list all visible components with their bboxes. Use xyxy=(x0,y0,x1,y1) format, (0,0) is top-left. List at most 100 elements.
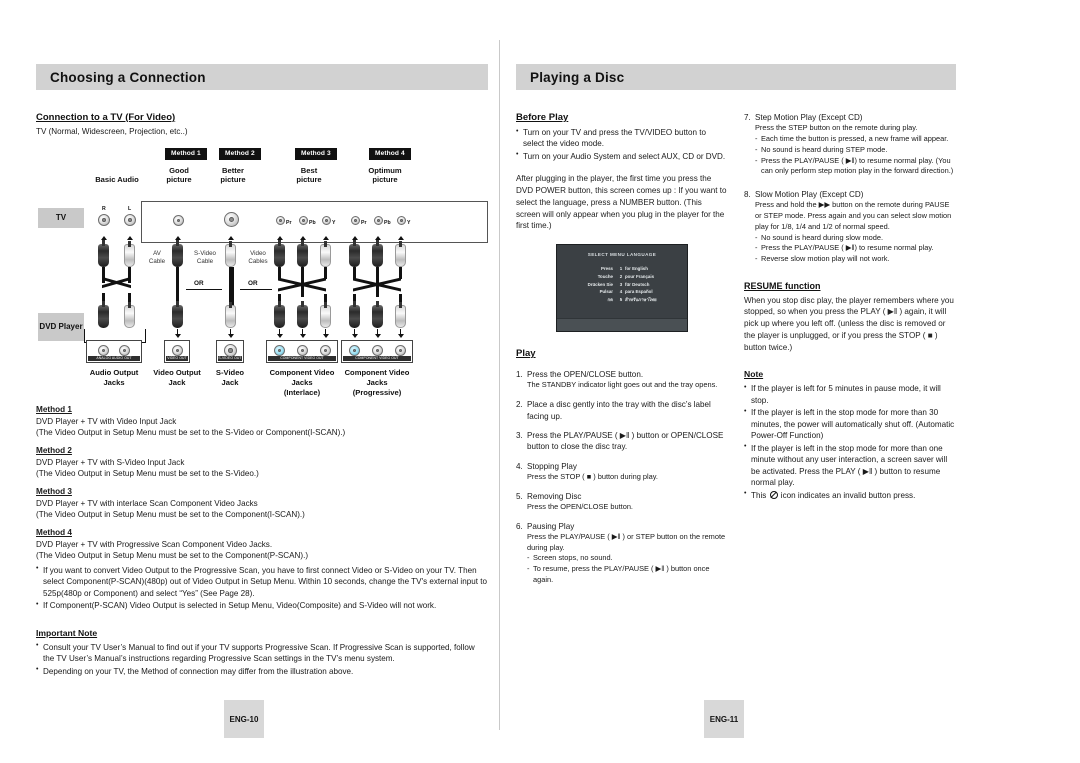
quality-label-good: Good picture xyxy=(166,166,192,185)
plug-bot-8 xyxy=(349,301,360,328)
tv-jack-m4-pb xyxy=(374,216,383,225)
method-bullets: If you want to convert Video Output to t… xyxy=(36,564,488,612)
plug-bot-2 xyxy=(124,302,135,328)
before-play-paragraph: After plugging in the player, the first … xyxy=(516,174,727,231)
step-subtext: Press and hold the ▶▶ button on the remo… xyxy=(755,200,952,231)
plug-bot-10 xyxy=(395,302,406,328)
step-number: 7. xyxy=(744,113,751,122)
plug-bot-1 xyxy=(98,301,109,328)
method-tag-4: Method 4 xyxy=(369,148,411,160)
plug-bot-3 xyxy=(172,301,183,328)
before-play-title: Before Play xyxy=(516,112,569,123)
arrow-up-7 xyxy=(323,236,330,240)
screen-row: Drücken Sie 3 für Deutsch xyxy=(577,281,687,289)
tv-jack-m4-pr xyxy=(351,216,360,225)
or-label-2: OR xyxy=(248,280,258,287)
step-dash-item: No sound is heard during STEP mode. xyxy=(755,145,956,156)
panel-video-out: VIDEO OUT xyxy=(164,340,190,363)
right-col-right: 7. Step Motion Play (Except CD) Press th… xyxy=(744,112,956,594)
wire-d4 xyxy=(229,329,231,336)
screen-row-verb: Drücken Sie xyxy=(587,281,613,287)
panel-jack-m4-pb xyxy=(372,345,383,356)
plug-top-10 xyxy=(395,241,406,267)
play-step-6: 6. Pausing Play Press the PLAY/PAUSE ( ▶… xyxy=(516,521,728,586)
before-play-bullet-1: Turn on your TV and press the TV/VIDEO b… xyxy=(516,127,728,150)
left-page: Choosing a Connection Connection to a TV… xyxy=(36,0,488,678)
left-section-header: Choosing a Connection xyxy=(36,64,488,90)
method-2-title: Method 2 xyxy=(36,445,72,455)
manual-spread: Choosing a Connection Connection to a TV… xyxy=(0,0,1080,763)
tv-jack-m4-y xyxy=(397,216,406,225)
screen-row-num: 5 xyxy=(619,296,623,302)
step-heading: Press the PLAY/PAUSE ( ▶‖ ) button or OP… xyxy=(527,430,724,452)
screen-row-verb: Touche xyxy=(597,273,613,279)
screen-row-verb: กด xyxy=(607,296,613,302)
method-block-1: Method 1 DVD Player + TV with Video Inpu… xyxy=(36,405,488,439)
panel-caption-video-out: VIDEO OUT xyxy=(166,356,188,361)
step-dash-item: Each time the button is pressed, a new f… xyxy=(755,134,956,145)
step-subtext: Press the STEP button on the remote duri… xyxy=(755,123,918,133)
wire-d6 xyxy=(301,329,303,336)
step-subtext: Press the OPEN/CLOSE button. xyxy=(527,501,633,511)
plug-bot-7 xyxy=(320,302,331,328)
method-2-line2: (The Video Output in Setup Menu must be … xyxy=(36,469,259,479)
screen-row-lang: para Español xyxy=(625,289,653,295)
method-tag-1: Method 1 xyxy=(165,148,207,160)
wire-a2 xyxy=(128,267,131,283)
right-page: Playing a Disc Before Play Turn on your … xyxy=(516,0,956,594)
method-block-4: Method 4 DVD Player + TV with Progressiv… xyxy=(36,528,488,562)
right-col-left: Before Play Turn on your TV and press th… xyxy=(516,112,728,594)
step-number: 3. xyxy=(516,430,523,440)
right-page-columns: Before Play Turn on your TV and press th… xyxy=(516,112,956,594)
step-heading: Press the OPEN/CLOSE button. xyxy=(527,370,644,380)
panel-jack-m3-pb xyxy=(297,345,308,356)
method-1-title: Method 1 xyxy=(36,405,72,414)
jack-caption-audio-output: Audio Output Jacks xyxy=(89,368,139,387)
note-bullet-3: If the player is left in the stop mode f… xyxy=(744,442,956,489)
method-4-line2: (The Video Output in Setup Menu must be … xyxy=(36,551,309,561)
method-1-line2: (The Video Output in Setup Menu must be … xyxy=(36,428,346,438)
cable-note-av: AV Cable xyxy=(148,250,166,265)
important-note-bullets: Consult your TV User’s Manual to find ou… xyxy=(36,641,488,677)
panel-analog-audio-out: ANALOG AUDIO OUT xyxy=(86,340,142,363)
quality-label-better: Better picture xyxy=(220,166,246,185)
quality-label-best: Best picture xyxy=(296,166,322,185)
note-bullet-1: If the player is left for 5 minutes in p… xyxy=(744,383,956,406)
method-tag-2: Method 2 xyxy=(219,148,261,160)
plug-top-1 xyxy=(98,240,109,267)
step-heading: Slow Motion Play (Except CD) xyxy=(755,190,864,199)
step-dash-item: Press the PLAY/PAUSE ( ▶‖) to resume nor… xyxy=(755,156,956,177)
resume-title: RESUME function xyxy=(744,280,821,291)
important-note-block: Important Note Consult your TV User’s Ma… xyxy=(36,628,488,677)
note-block: Note If the player is left for 5 minutes… xyxy=(744,369,956,501)
method-bullet-1: If you want to convert Video Output to t… xyxy=(36,564,488,599)
panel-jack-video xyxy=(172,345,183,356)
panel-jack-m4-y xyxy=(395,345,406,356)
step-dash-item: Screen stops, no sound. xyxy=(527,553,728,564)
play-title: Play xyxy=(516,348,536,360)
wire-d8 xyxy=(353,329,355,336)
panel-component-video-out-interlace: COMPONENT VIDEO OUT xyxy=(266,340,338,363)
jack-caption-component-interlace: Component Video Jacks (Interlace) xyxy=(269,368,335,397)
screen-footer-bar xyxy=(557,318,687,332)
method-4-title: Method 4 xyxy=(36,527,72,537)
plug-bot-6 xyxy=(297,301,308,328)
step-number: 5. xyxy=(516,491,523,501)
play-step-1: 1. Press the OPEN/CLOSE button. The STAN… xyxy=(516,369,728,391)
tv-jack-video-in xyxy=(173,215,184,226)
screen-row-lang: pour Français xyxy=(625,273,655,279)
right-section-header: Playing a Disc xyxy=(516,64,956,90)
step-heading: Removing Disc xyxy=(527,491,582,501)
step-heading: Stopping Play xyxy=(527,461,577,471)
plug-bot-5 xyxy=(274,301,285,328)
wire-m2 xyxy=(229,267,234,307)
step-dash-list: No sound is heard during slow mode. Pres… xyxy=(755,233,956,265)
screen-rows: Press 1 for English Touche 2 pour França… xyxy=(557,265,687,304)
panel-jack-audio-l xyxy=(119,345,130,356)
screen-row-num: 4 xyxy=(619,289,623,295)
note-bullet-2: If the player is left in the stop mode f… xyxy=(744,407,956,441)
step-number: 2. xyxy=(516,400,523,410)
or-line-2 xyxy=(240,289,272,290)
screen-row: Pulsar 4 para Español xyxy=(577,288,687,296)
or-line-1 xyxy=(186,289,222,290)
